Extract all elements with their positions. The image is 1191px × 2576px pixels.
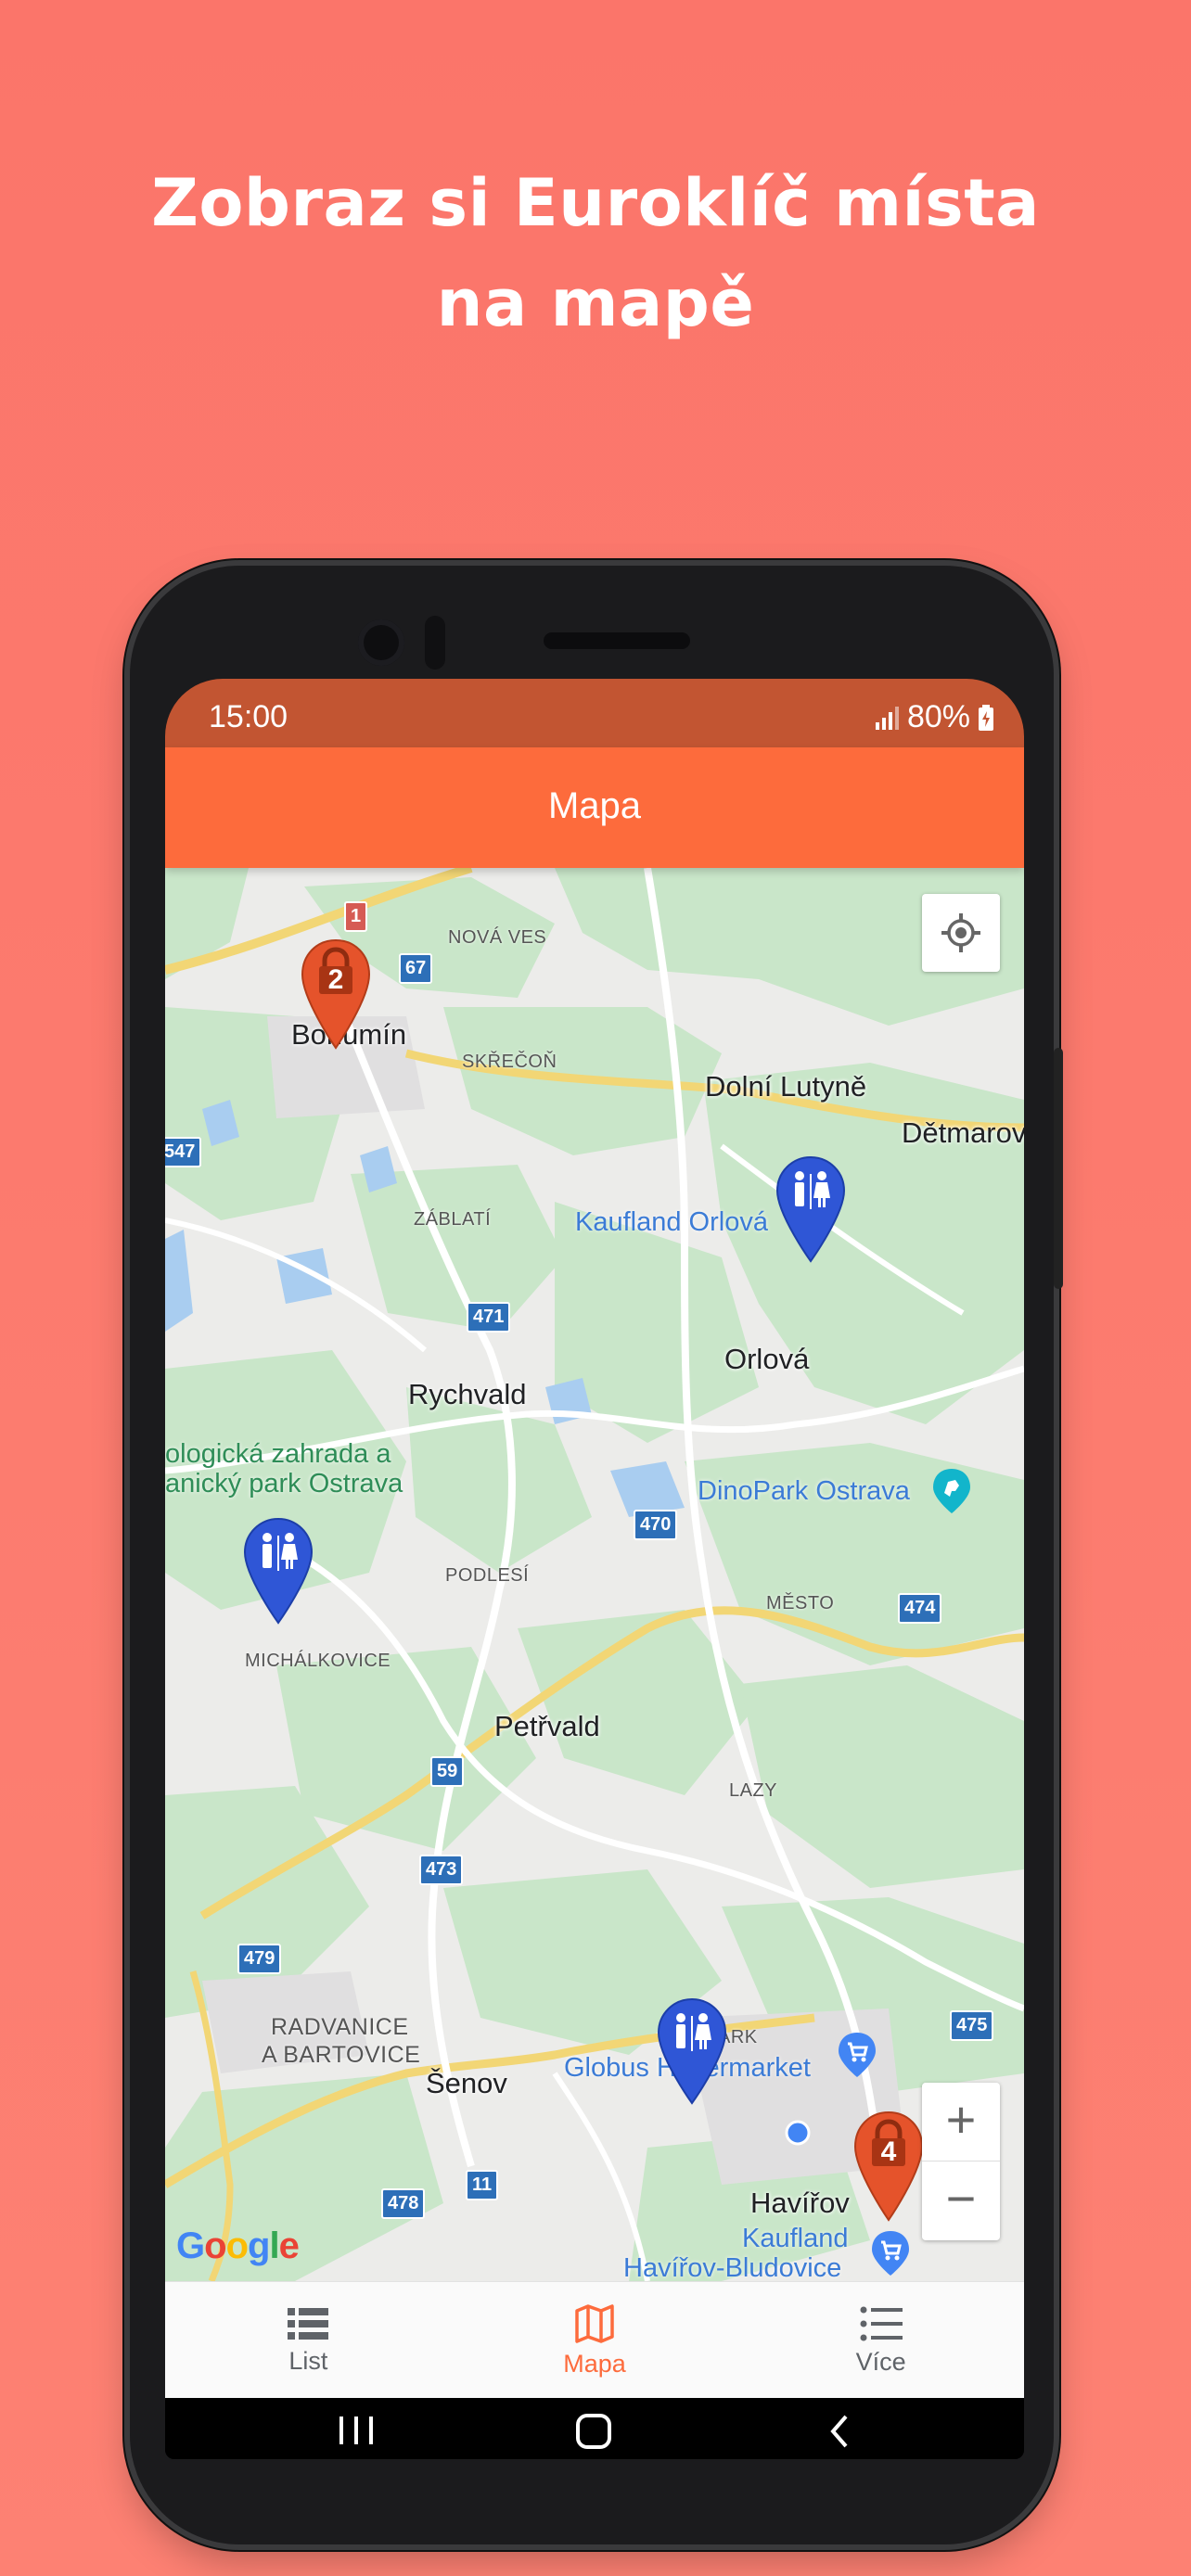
promo-headline: Zobraz si Euroklíč místa na mapě [0,153,1191,353]
my-location-dot-icon [785,2120,811,2146]
proximity-sensor [425,616,445,670]
toilet-marker-globus[interactable] [657,1997,727,2105]
app-bar: Mapa [165,747,1024,868]
lock-cluster-marker-bohumin[interactable]: 2 [299,937,373,1052]
label-kaufland-havirov-bludovice[interactable]: Havířov-Bludovice [623,2253,841,2281]
recent-apps-icon[interactable] [338,2415,375,2446]
phone-screen: 15:00 80% Mapa Bohumín Dolní Lutyně Dětm… [165,679,1024,2459]
power-button [1054,1048,1063,1289]
label-kaufland-havirov[interactable]: Kaufland [742,2224,849,2254]
label-zoo-line1[interactable]: ologická zahrada a [165,1439,391,1470]
toilet-marker-michalkovice[interactable] [243,1517,314,1625]
road-shield-11: 11 [466,2170,499,2200]
nav-label-list: List [288,2346,328,2375]
crosshair-icon [941,913,980,952]
label-detmarov: Dětmarov [902,1116,1024,1149]
lock-cluster-count: 2 [327,964,344,995]
kaufland-shopping-cart-icon[interactable] [870,2229,911,2277]
nav-label-map: Mapa [563,2349,626,2378]
back-icon[interactable] [826,2413,853,2450]
road-shield-471: 471 [467,1302,511,1333]
google-logo: Google [176,2225,300,2266]
label-petrvald: Petřvald [494,1710,600,1742]
label-lazy: LAZY [729,1780,778,1801]
system-navigation-bar [165,2398,1024,2459]
road-shield-1: 1 [344,901,368,932]
status-bar: 15:00 80% [165,679,1024,747]
lock-cluster-count: 4 [880,2136,897,2167]
status-time: 15:00 [209,699,288,734]
menu-list-icon [860,2306,903,2340]
label-mesto: MĚSTO [766,1593,835,1613]
label-rychvald: Rychvald [408,1378,527,1410]
zoom-in-button[interactable]: + [922,2083,1000,2162]
label-senov: Šenov [426,2067,507,2099]
road-shield-474: 474 [898,1593,942,1624]
label-nova-ves: NOVÁ VES [448,927,547,948]
label-michalkovice: MICHÁLKOVICE [245,1651,391,1671]
lock-cluster-marker-havirov[interactable]: 4 [852,2109,926,2224]
dinopark-poi-icon[interactable] [931,1467,972,1515]
zoom-controls: + − [922,2083,1000,2240]
home-icon[interactable] [575,2413,612,2450]
headline-line-2: na mapě [436,265,755,341]
nav-label-more: Více [855,2347,906,2376]
label-dolni-lutyne: Dolní Lutyně [705,1070,867,1103]
phone-frame: 15:00 80% Mapa Bohumín Dolní Lutyně Dětm… [130,566,1063,2544]
label-podlesi: PODLESÍ [445,1565,530,1586]
label-skrecon: SKŘEČOŇ [462,1052,557,1072]
front-camera [358,619,404,666]
label-havirov: Havířov [750,2187,850,2219]
map-icon [575,2303,614,2343]
road-shield-470: 470 [634,1510,678,1540]
road-shield-478: 478 [381,2188,426,2219]
label-bartovice: A BARTOVICE [262,2042,421,2068]
label-radvanice: RADVANICE [271,2014,409,2040]
road-shield-479: 479 [237,1944,282,1974]
label-zoo-line2[interactable]: anický park Ostrava [165,1469,403,1499]
signal-icon [875,706,899,730]
earpiece-speaker [544,632,690,649]
road-shield-547: 547 [165,1137,202,1167]
road-shield-67: 67 [399,953,433,984]
road-shield-473: 473 [419,1855,464,1885]
my-location-button[interactable] [922,894,1000,972]
battery-percent: 80% [906,699,970,734]
battery-charging-icon [979,704,993,731]
label-kaufland-orlova[interactable]: Kaufland Orlová [575,1207,768,1238]
label-zablati: ZÁBLATÍ [414,1209,492,1230]
zoom-out-button[interactable]: − [922,2162,1000,2239]
page-title: Mapa [547,785,642,826]
road-shield-59: 59 [430,1756,465,1787]
status-indicators: 80% [874,699,994,735]
globus-shopping-cart-icon[interactable] [837,2031,877,2079]
toilet-marker-orlova[interactable] [775,1155,846,1263]
nav-item-more[interactable]: Více [737,2282,1024,2399]
map-view[interactable]: Bohumín Dolní Lutyně Dětmarov Orlová Ryc… [165,868,1024,2281]
list-icon [288,2307,329,2340]
bottom-navigation: List Mapa Více [165,2281,1024,2399]
label-orlova: Orlová [724,1343,810,1375]
label-dinopark[interactable]: DinoPark Ostrava [698,1476,910,1507]
road-shield-475: 475 [950,2010,994,2041]
nav-item-list[interactable]: List [165,2282,452,2399]
headline-line-1: Zobraz si Euroklíč místa [151,165,1040,241]
nav-item-map[interactable]: Mapa [452,2282,738,2399]
